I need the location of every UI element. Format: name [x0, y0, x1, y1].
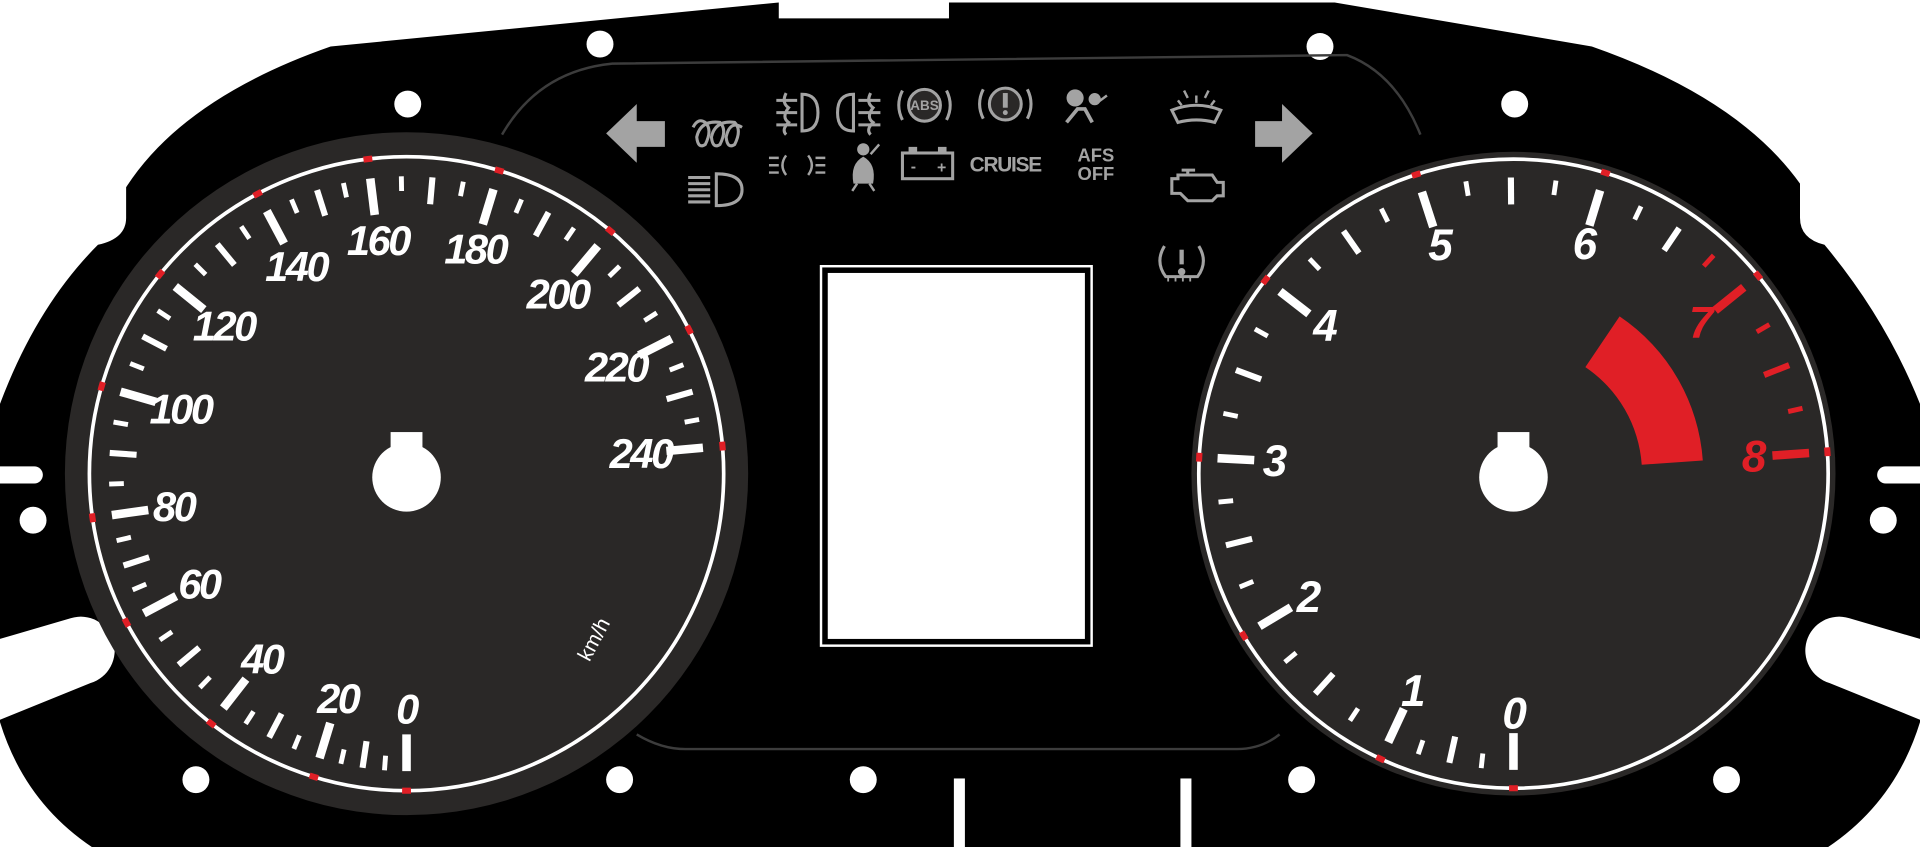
bottom-slot-left	[953, 778, 965, 847]
ring-red-marker	[719, 441, 726, 451]
major-tick	[1217, 453, 1255, 465]
scale-label: 100	[149, 386, 213, 433]
minor-tick	[1463, 180, 1471, 197]
ring-red-marker	[494, 166, 505, 175]
ring-red-marker	[1600, 168, 1611, 178]
ring-red-marker	[1752, 270, 1764, 282]
scale-label: 220	[584, 344, 649, 391]
mount-hole	[606, 766, 634, 794]
speedometer: 020406080100120140160 180200220240 km/h	[64, 132, 749, 816]
minor-tick	[1551, 180, 1559, 196]
minor-tick	[113, 419, 129, 427]
ring-red-marker	[97, 381, 106, 392]
mount-hole	[394, 90, 422, 118]
bottom-slot-right	[1180, 778, 1192, 847]
scale-label: 8	[1742, 433, 1767, 482]
ring-red-marker	[1238, 630, 1249, 642]
mount-hole	[1869, 506, 1897, 534]
scale-label: 180	[444, 226, 508, 273]
major-tick	[665, 443, 704, 456]
ring-red-marker	[363, 155, 373, 163]
medium-tick	[109, 449, 137, 458]
instrument-cluster-faceplate: 020406080100120140160 180200220240 km/h 0…	[0, 2, 1920, 847]
scale-label: 6	[1573, 220, 1598, 269]
major-tick	[111, 505, 149, 520]
scale-label: 0	[1502, 689, 1527, 738]
minor-tick	[341, 182, 349, 198]
minor-tick	[1478, 753, 1486, 769]
cruise-indicator: CRUISE	[970, 153, 1043, 176]
minor-tick	[1222, 410, 1239, 419]
left-slot	[0, 466, 43, 484]
afs-off-indicator-line2: OFF	[1078, 163, 1115, 184]
ring-red-marker	[1824, 447, 1831, 457]
scale-label: 3	[1263, 437, 1288, 486]
battery-minus: -	[911, 158, 916, 175]
mount-hole	[586, 30, 614, 58]
right-slot	[1877, 466, 1920, 484]
medium-tick	[427, 177, 436, 205]
ring-red-marker	[121, 617, 132, 628]
abs-label: ABS	[910, 98, 938, 113]
scale-label: 60	[178, 561, 222, 608]
mount-hole	[849, 766, 877, 794]
scale-label: 0	[396, 685, 419, 732]
minor-tick	[116, 534, 132, 543]
ring-red-marker	[1411, 170, 1422, 179]
mount-hole	[1501, 90, 1529, 118]
scale-label: 120	[193, 302, 257, 349]
scale-label: 1	[1401, 667, 1424, 716]
scale-label: 140	[265, 243, 329, 290]
minor-tick	[382, 755, 389, 771]
scale-label: 2	[1296, 573, 1322, 622]
scale-label: 20	[316, 675, 361, 722]
minor-tick	[109, 481, 124, 487]
major-tick	[366, 177, 379, 216]
display-window	[827, 272, 1085, 639]
minor-tick	[1787, 405, 1804, 414]
scale-label: 240	[609, 430, 674, 477]
minor-tick	[1218, 498, 1234, 505]
mount-hole	[182, 766, 210, 794]
mount-hole	[1713, 766, 1740, 794]
ring-red-marker	[684, 324, 694, 336]
tachometer: 012345 678	[1191, 151, 1836, 796]
minor-tick	[458, 181, 466, 197]
ring-red-marker	[88, 513, 97, 523]
mount-hole	[19, 506, 47, 534]
scale-label: 4	[1312, 302, 1337, 351]
scale-label: 80	[153, 483, 197, 530]
ring-red-marker	[205, 718, 217, 729]
scale-label: 160	[347, 217, 411, 264]
ring-red-marker	[1375, 754, 1386, 764]
minor-tick	[684, 417, 700, 425]
ring-red-marker	[308, 772, 319, 782]
scale-label: 200	[526, 270, 591, 317]
medium-tick	[359, 740, 370, 769]
scale-label: 40	[240, 636, 285, 683]
battery-plus: +	[937, 160, 946, 177]
major-tick	[1772, 448, 1810, 460]
ring-red-marker	[1260, 274, 1271, 286]
ring-red-marker	[252, 189, 263, 199]
minor-tick	[338, 748, 347, 765]
mount-hole	[1288, 766, 1316, 794]
